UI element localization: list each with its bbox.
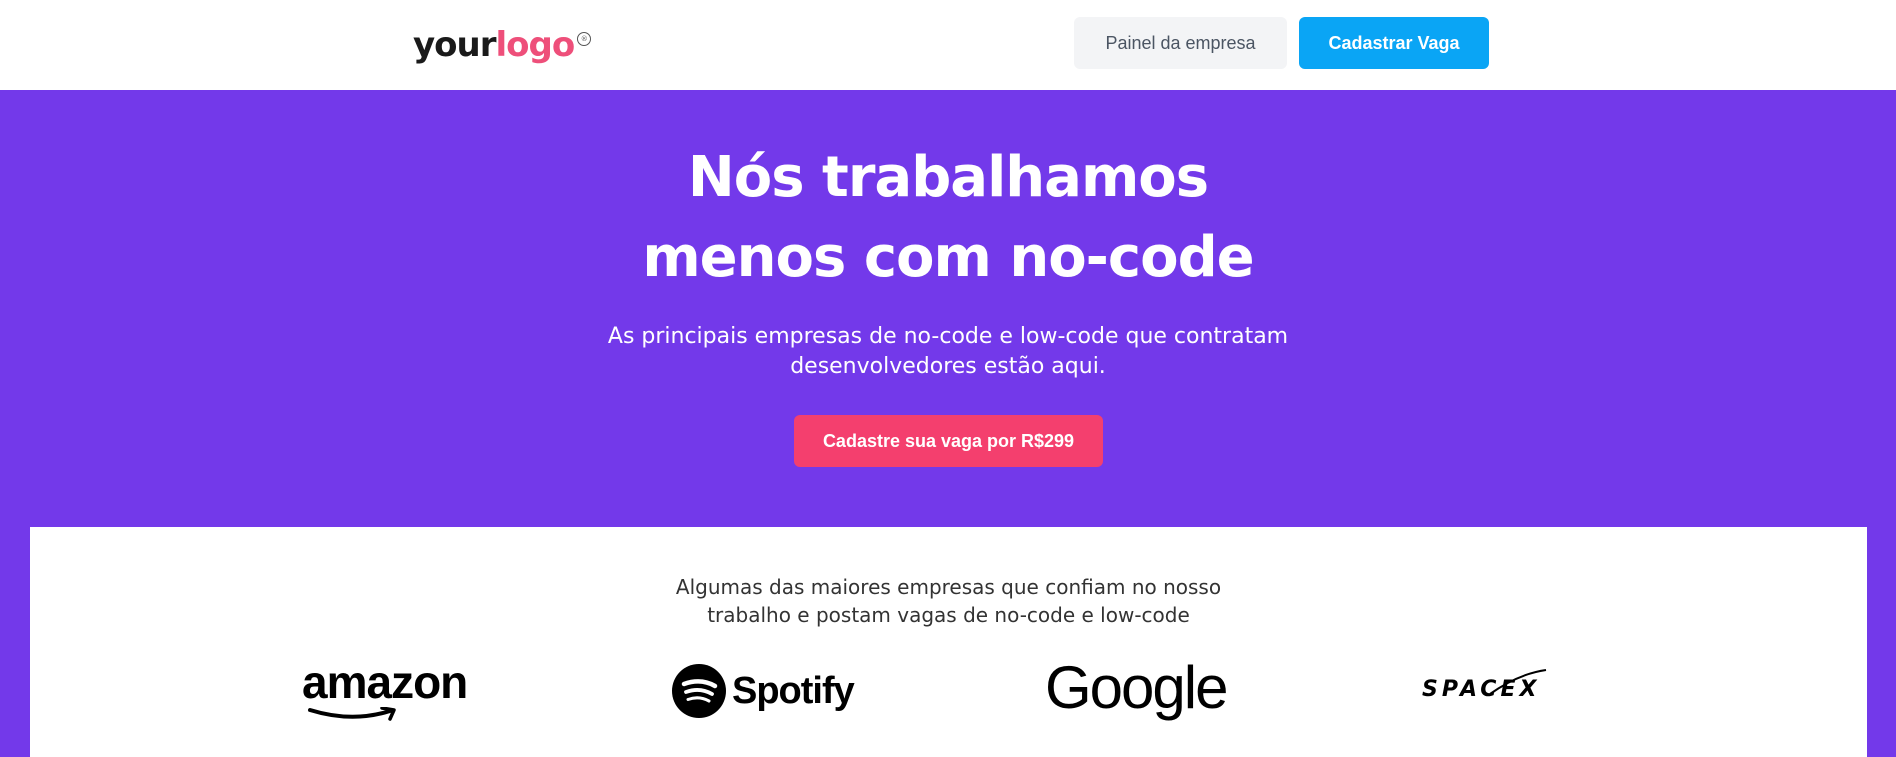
hero-subtitle-line: desenvolvedores estão aqui. (790, 354, 1106, 379)
logo-text-primary: your (413, 25, 496, 65)
trusted-companies-line: trabalho e postam vagas de no-code e low… (707, 603, 1190, 627)
hero-title-line: menos com no-code (642, 225, 1254, 290)
post-job-button[interactable]: Cadastrar Vaga (1299, 17, 1489, 69)
amazon-wordmark: amazon (302, 656, 468, 708)
hero-subtitle: As principais empresas de no-code e low-… (548, 322, 1348, 382)
spotify-circle-icon (672, 664, 726, 718)
amazon-smile-icon (308, 707, 396, 721)
site-header: your logo ® Painel da empresa Cadastrar … (0, 0, 1896, 90)
hero-title-line: Nós trabalhamos (687, 145, 1209, 210)
spotify-logo: Spotify (672, 663, 855, 719)
logo-text-accent: logo (495, 25, 576, 65)
site-logo[interactable]: your logo ® (413, 20, 592, 70)
google-wordmark: Google (1045, 654, 1228, 721)
trusted-companies-text: Algumas das maiores empresas que confiam… (30, 573, 1867, 629)
hero-subtitle-line: As principais empresas de no-code e low-… (607, 324, 1289, 349)
trusted-companies-line: Algumas das maiores empresas que confiam… (675, 575, 1222, 599)
spacex-swoosh-icon (1489, 669, 1547, 695)
amazon-logo: amazon (302, 656, 468, 727)
hero-title: Nós trabalhamos menos com no-code (448, 138, 1448, 298)
google-logo: Google (1045, 653, 1228, 723)
company-panel-button[interactable]: Painel da empresa (1074, 17, 1287, 69)
spacex-logo: SPACEX (1422, 669, 1548, 709)
registered-mark-icon: ® (577, 32, 592, 46)
spotify-wordmark: Spotify (732, 669, 855, 712)
trusted-companies-panel: Algumas das maiores empresas que confiam… (30, 527, 1867, 757)
post-job-cta-button[interactable]: Cadastre sua vaga por R$299 (794, 415, 1103, 467)
company-logos: amazon Spotify Google SPACEX (30, 654, 1867, 737)
